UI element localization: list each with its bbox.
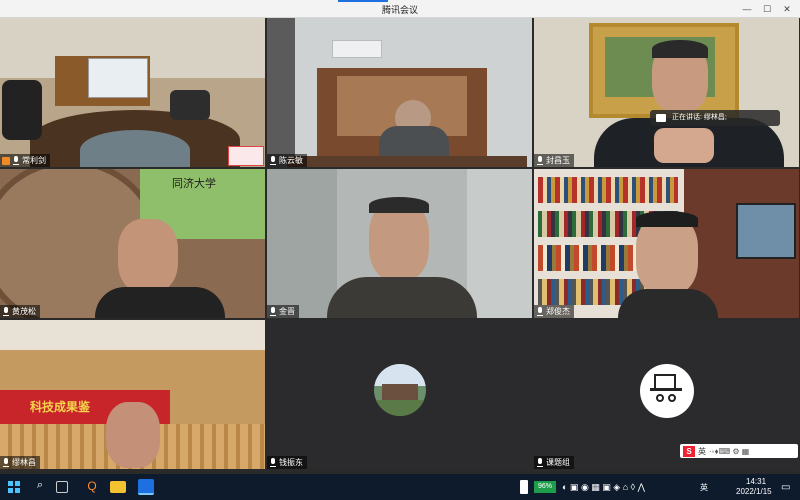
participant-name-tag: 钱振东 (267, 456, 307, 469)
window-title-bar: 腾讯会议 — ☐ ✕ (0, 0, 800, 18)
video-tile[interactable]: 常利剑 (0, 18, 265, 167)
participant-face (118, 219, 178, 293)
participant-face (106, 402, 160, 468)
participant-name: 常利剑 (22, 156, 46, 165)
participant-name-tag: 郑俊杰 (534, 305, 574, 318)
speaking-indicator: 正在讲话: 缪林昌; (650, 110, 780, 126)
search-app-icon[interactable]: Q (84, 479, 100, 495)
mic-icon (269, 156, 277, 165)
window-title: 腾讯会议 (381, 5, 418, 15)
video-tile[interactable]: 科技成果鉴 缪林昌 (0, 320, 265, 469)
battery-indicator[interactable]: 96% (534, 481, 556, 493)
participant-name-tag: 课题组 (534, 456, 574, 469)
ime-lang-label[interactable]: 英 (698, 446, 706, 457)
host-icon (2, 156, 10, 165)
video-tile[interactable]: 钱振东 (267, 320, 532, 469)
search-icon[interactable]: ⌕ (32, 479, 48, 495)
minimize-icon[interactable]: — (738, 2, 756, 16)
speaker-icon (656, 114, 666, 122)
ime-tools-icon[interactable]: ·◦♦⌨ ⚙ ▦ (709, 447, 749, 456)
notification-icon[interactable]: ▭ (781, 482, 790, 493)
participant-name-tag: 黄茂松 (0, 305, 40, 318)
participant-name: 课题组 (546, 458, 570, 467)
participant-name: 黄茂松 (12, 307, 36, 316)
mic-icon (269, 458, 277, 467)
mic-icon (536, 156, 544, 165)
participant-name: 封昌玉 (546, 156, 570, 165)
title-accent-line (338, 0, 388, 2)
video-tile[interactable]: 封昌玉 (534, 18, 799, 167)
file-explorer-icon[interactable] (110, 481, 126, 493)
maximize-icon[interactable]: ☐ (758, 2, 776, 16)
mic-icon (12, 156, 20, 165)
participant-name-tag: 封昌玉 (534, 154, 574, 167)
participant-name-tag: 金晋 (267, 305, 299, 318)
video-tile[interactable]: 金晋 (267, 169, 532, 318)
tencent-meeting-icon[interactable] (138, 479, 154, 495)
banner-text: 科技成果鉴 (30, 400, 91, 414)
participant-name: 陈云敏 (279, 156, 303, 165)
mic-icon (536, 458, 544, 467)
video-tile[interactable]: 陈云敏 (267, 18, 532, 167)
participant-avatar (374, 364, 426, 416)
clock-date[interactable]: 2022/1/15 (736, 487, 772, 496)
video-tile[interactable]: 郑俊杰 (534, 169, 799, 318)
video-grid: 常利剑 陈云敏 封昌玉 同济大学 黄茂松 金晋 郑俊杰 科技成果鉴 缪林昌 钱振… (0, 18, 800, 474)
tray-app-icon[interactable] (520, 480, 528, 494)
university-logo-text: 同济大学 (172, 177, 216, 190)
tray-icons[interactable]: ◐ ▣ ◉ ▦ ▣ ◈ ⌂ ◊ ⋀ (562, 482, 645, 493)
windows-taskbar: ⌕ Q 96% ◐ ▣ ◉ ▦ ▣ ◈ ⌂ ◊ ⋀ 英 14:31 2022/1… (0, 474, 800, 500)
input-language[interactable]: 英 (700, 482, 708, 493)
participant-name-tag: 常利剑 (0, 154, 50, 167)
participant-name: 郑俊杰 (546, 307, 570, 316)
participant-avatar (640, 364, 694, 418)
projector-screen (88, 58, 148, 98)
close-icon[interactable]: ✕ (778, 2, 796, 16)
participant-face (369, 201, 429, 281)
participant-name: 金晋 (279, 307, 295, 316)
ime-toolbar[interactable]: S 英 ·◦♦⌨ ⚙ ▦ (680, 444, 798, 458)
mic-icon (269, 307, 277, 316)
participant-name-tag: 陈云敏 (267, 154, 307, 167)
ime-logo-icon: S (683, 445, 695, 457)
clock-time[interactable]: 14:31 (746, 477, 766, 486)
mic-icon (2, 458, 10, 467)
participant-name-tag: 缪林昌 (0, 456, 40, 469)
participant-name: 缪林昌 (12, 458, 36, 467)
mic-icon (536, 307, 544, 316)
speaking-indicator-text: 正在讲话: 缪林昌; (672, 114, 727, 121)
participant-face (636, 215, 698, 295)
participant-name: 钱振东 (279, 458, 303, 467)
windows-start-icon[interactable] (6, 479, 22, 495)
video-tile[interactable]: 同济大学 黄茂松 (0, 169, 265, 318)
tv-screen (736, 203, 796, 259)
mic-icon (2, 307, 10, 316)
task-view-icon[interactable] (56, 481, 68, 493)
